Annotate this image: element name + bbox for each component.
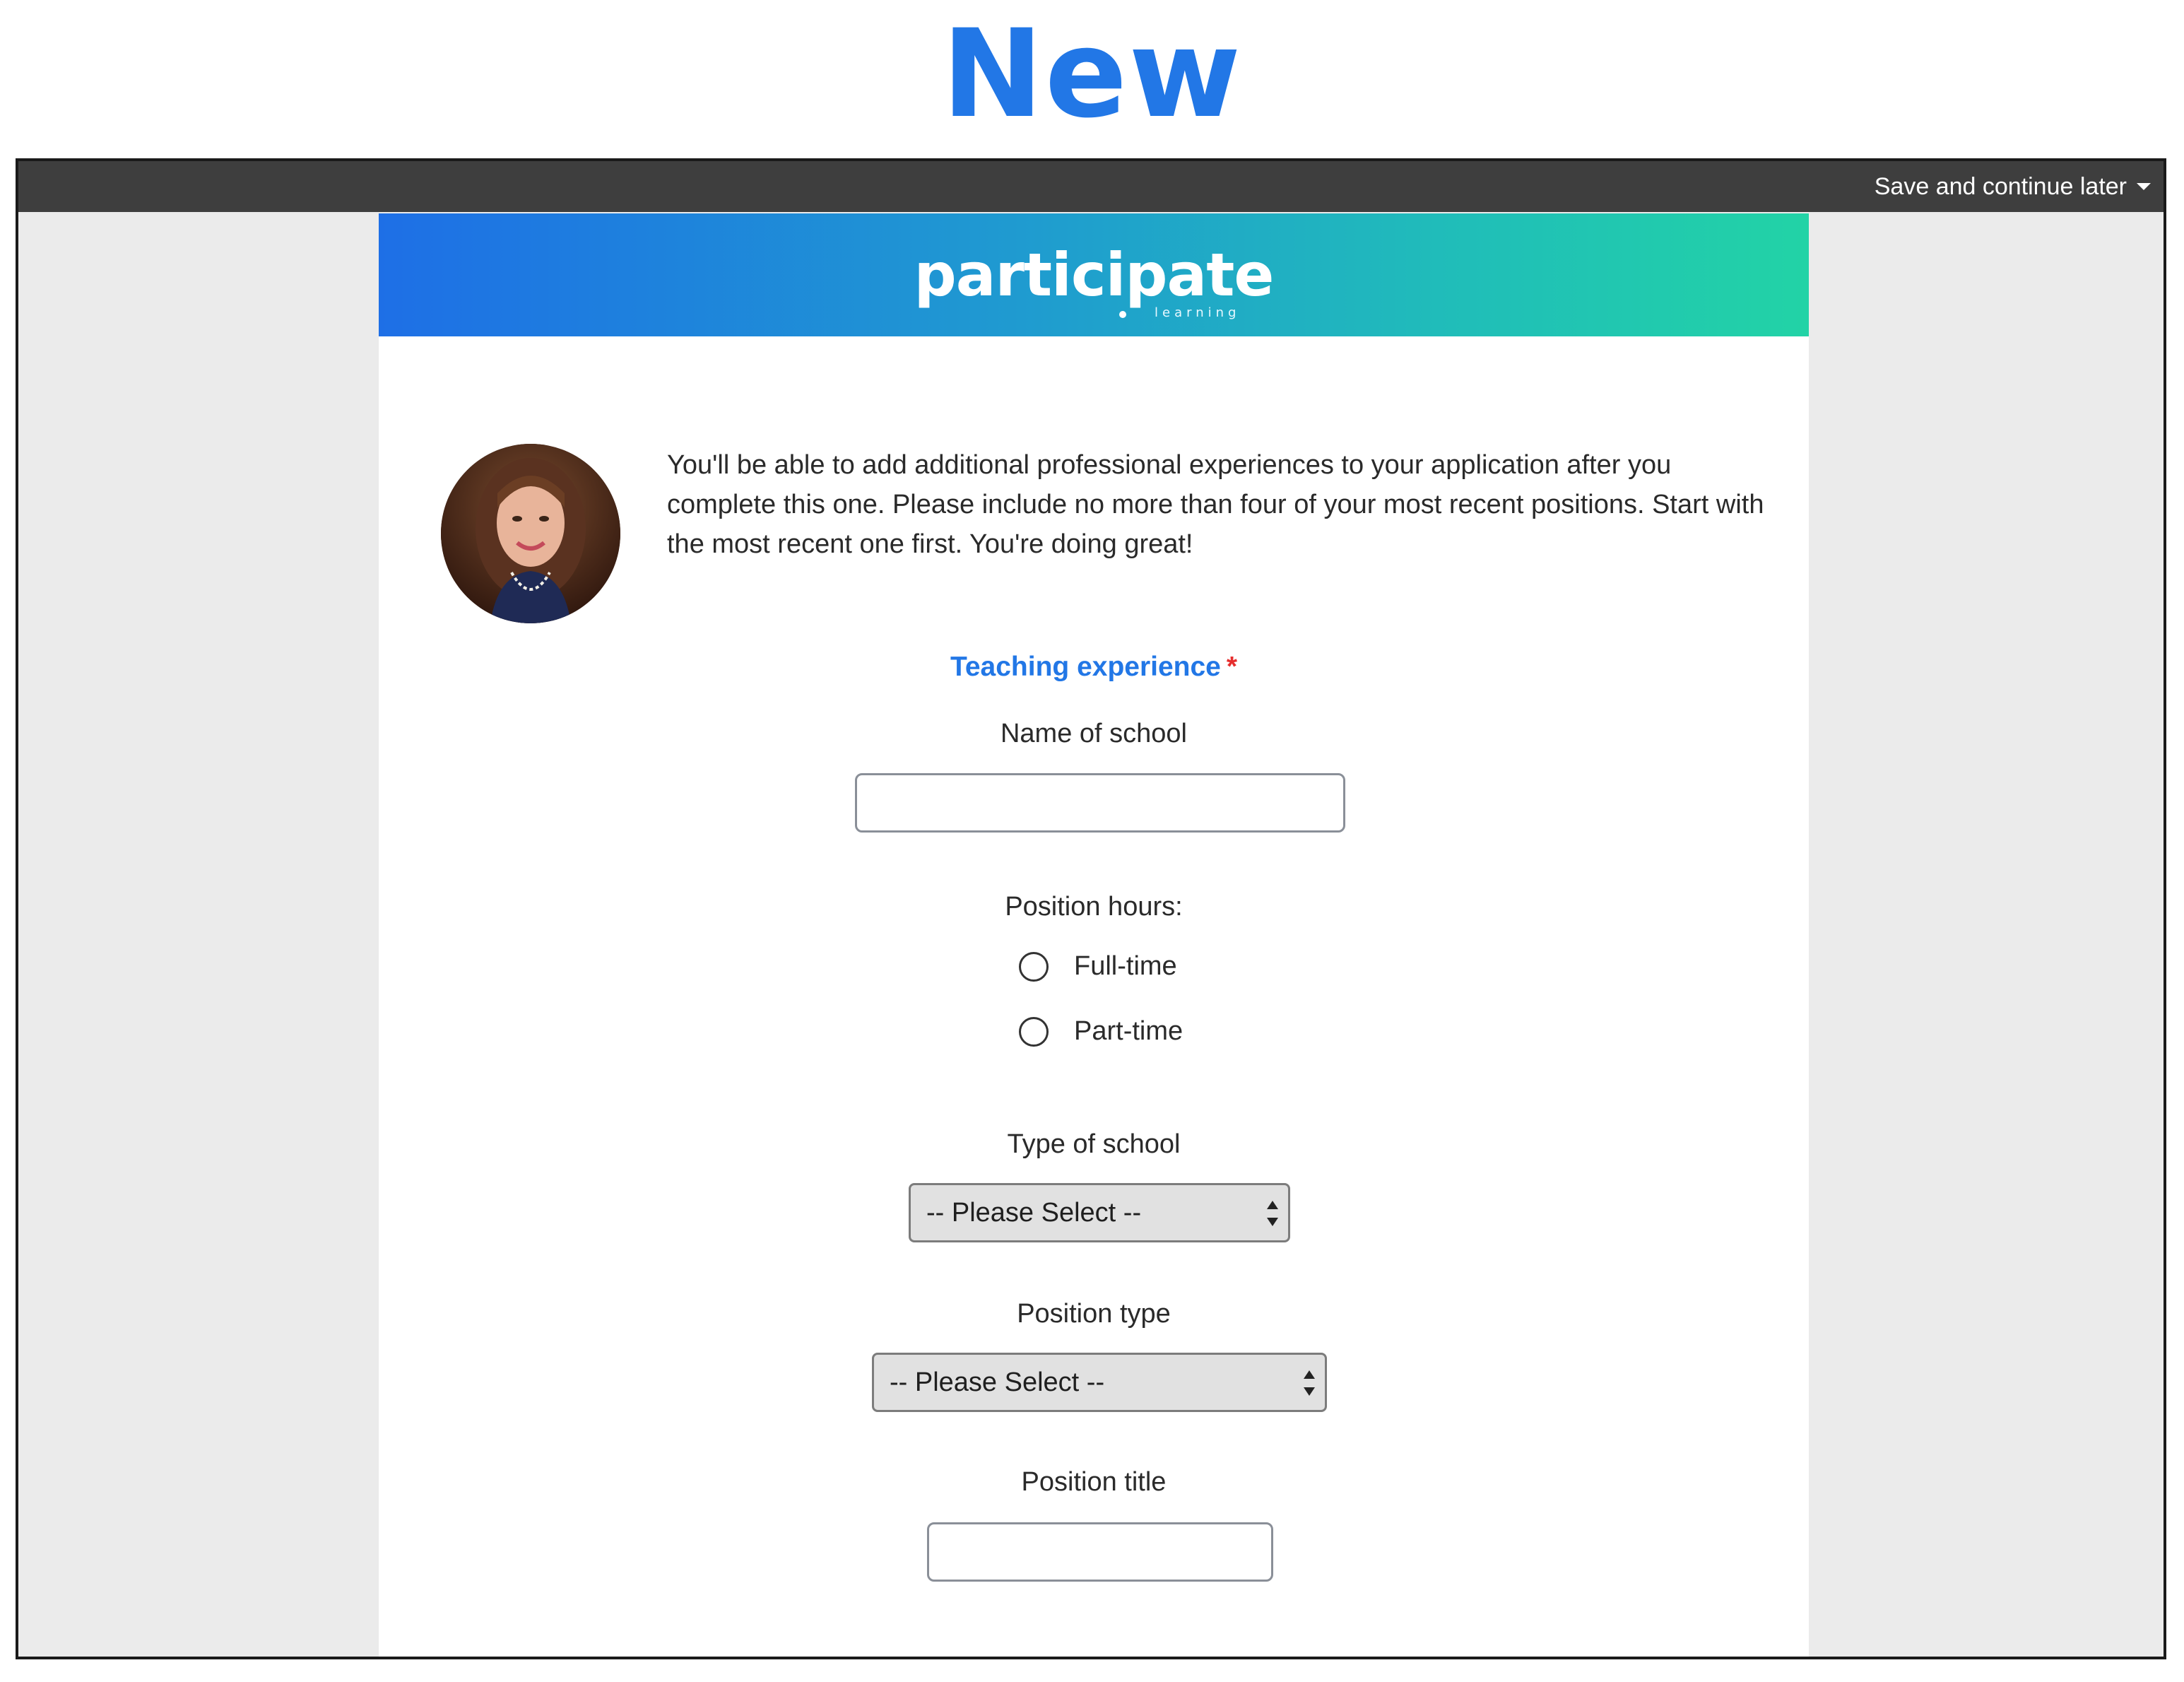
school-type-label: Type of school <box>1007 1129 1181 1159</box>
caret-down-icon <box>2137 183 2151 190</box>
school-type-select[interactable]: -- Please Select -- <box>909 1183 1290 1242</box>
school-name-input[interactable] <box>855 773 1345 833</box>
section-title-text: Teaching experience <box>950 652 1221 682</box>
radio-label: Full-time <box>1074 951 1177 981</box>
intro-message: You'll be able to add additional profess… <box>667 450 1764 559</box>
select-value: -- Please Select -- <box>926 1197 1142 1228</box>
select-arrows-icon <box>1304 1370 1315 1396</box>
school-name-label: Name of school <box>1000 719 1187 748</box>
save-and-continue-later-menu[interactable]: Save and continue later <box>1875 161 2151 212</box>
radio-button-icon[interactable] <box>1019 951 1049 982</box>
position-hours-label: Position hours: <box>1005 892 1183 922</box>
radio-option-part-time[interactable]: Part-time <box>1019 1016 1183 1047</box>
position-type-select[interactable]: -- Please Select -- <box>872 1353 1327 1412</box>
section-title: Teaching experience * <box>379 652 1809 683</box>
radio-button-icon[interactable] <box>1019 1016 1049 1047</box>
radio-label: Part-time <box>1074 1016 1184 1046</box>
select-arrows-icon <box>1267 1201 1278 1226</box>
brand-banner: participate learning <box>379 213 1809 336</box>
logo-subtitle: learning <box>1155 305 1241 320</box>
page: New Save and continue later participate … <box>0 0 2184 1682</box>
logo-dot-icon <box>1119 311 1126 318</box>
required-asterisk: * <box>1226 652 1238 682</box>
position-title-input[interactable] <box>927 1522 1273 1582</box>
save-later-label: Save and continue later <box>1874 172 2127 200</box>
position-title-label: Position title <box>1021 1467 1167 1497</box>
form-panel: participate learning You'll be able to a… <box>379 213 1809 1657</box>
radio-option-full-time[interactable]: Full-time <box>1019 951 1177 982</box>
participate-logo: participate learning <box>379 213 1809 336</box>
position-type-label: Position type <box>1017 1299 1171 1329</box>
advisor-avatar <box>441 444 620 623</box>
browser-frame: Save and continue later participate lear… <box>16 158 2166 1659</box>
page-heading: New <box>941 3 1243 145</box>
top-bar: Save and continue later <box>18 161 2164 212</box>
logo-wordmark: participate <box>914 240 1275 310</box>
select-value: -- Please Select -- <box>890 1367 1105 1397</box>
